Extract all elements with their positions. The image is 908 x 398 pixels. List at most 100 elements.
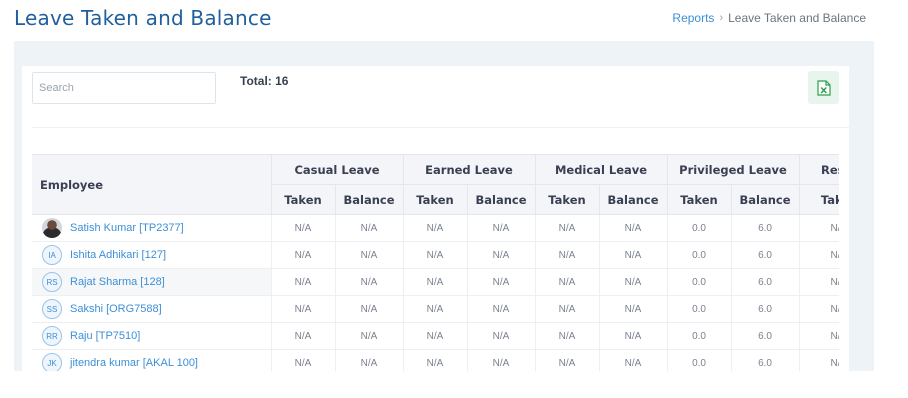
leave-value-cell: N/ (799, 241, 839, 269)
casual-leave-header: Casual Leave (271, 154, 404, 185)
avatar: RS (42, 272, 62, 292)
breadcrumb-reports-link[interactable]: Reports (672, 11, 714, 25)
rest-leave-header: Rest (799, 154, 839, 185)
leave-value-cell: 0.0 (667, 295, 732, 323)
leave-value-cell: N/A (467, 349, 536, 371)
employee-name: Rajat Sharma [128] (70, 276, 165, 288)
leave-value-cell: N/A (335, 268, 404, 296)
employee-cell: Satish Kumar [TP2377] (32, 214, 272, 242)
report-card: Total: 16 Employee Casual Leave (22, 66, 849, 371)
total-count: Total: 16 (240, 74, 289, 88)
leave-value-cell: N/A (535, 241, 600, 269)
leave-value-cell: N/A (599, 349, 668, 371)
leave-value-cell: 6.0 (731, 214, 800, 242)
employee-link[interactable]: Satish Kumar [TP2377] (42, 218, 270, 238)
earned-leave-header: Earned Leave (403, 154, 536, 185)
balance-header: Balance (467, 184, 536, 215)
privileged-leave-header: Privileged Leave (667, 154, 800, 185)
avatar: JK (42, 353, 62, 371)
avatar (42, 218, 62, 238)
medical-leave-header: Medical Leave (535, 154, 668, 185)
leave-value-cell: 0.0 (667, 349, 732, 371)
table-row: SS Sakshi [ORG7588] N/A N/A N/A N/A N/A N/A 0.0 6… (32, 295, 839, 323)
leave-value-cell: N/A (403, 349, 468, 371)
employee-name: jitendra kumar [AKAL 100] (70, 357, 198, 369)
employee-cell: IA Ishita Adhikari [127] (32, 241, 272, 269)
breadcrumb: Reports › Leave Taken and Balance (672, 11, 866, 25)
export-excel-button[interactable] (808, 71, 839, 104)
leave-value-cell: N/A (335, 349, 404, 371)
leave-value-cell: N/A (467, 241, 536, 269)
leave-value-cell: 6.0 (731, 241, 800, 269)
taken-header: Taken (535, 184, 600, 215)
employee-cell: RS Rajat Sharma [128] (32, 268, 272, 296)
table-row: Satish Kumar [TP2377] N/A N/A N/A N/A N/A N/A 0… (32, 214, 839, 242)
leave-value-cell: N/A (535, 322, 600, 350)
taken-header: Take (799, 184, 839, 215)
leave-value-cell: N/A (535, 268, 600, 296)
leave-value-cell: 0.0 (667, 322, 732, 350)
page: Leave Taken and Balance Reports › Leave … (0, 0, 908, 398)
leave-value-cell: 6.0 (731, 268, 800, 296)
employee-name: Sakshi [ORG7588] (70, 303, 162, 315)
employee-cell: SS Sakshi [ORG7588] (32, 295, 272, 323)
leave-table-wrapper[interactable]: Employee Casual Leave Earned Leave Medic… (32, 154, 839, 371)
leave-value-cell: 0.0 (667, 214, 732, 242)
employee-name: Raju [TP7510] (70, 330, 141, 342)
leave-value-cell: N/A (403, 214, 468, 242)
leave-value-cell: N/A (535, 295, 600, 323)
leave-value-cell: N/ (799, 322, 839, 350)
employee-link[interactable]: JK jitendra kumar [AKAL 100] (42, 353, 270, 371)
balance-header: Balance (731, 184, 800, 215)
leave-value-cell: N/A (467, 214, 536, 242)
leave-value-cell: 6.0 (731, 322, 800, 350)
leave-value-cell: N/A (403, 268, 468, 296)
search-input[interactable] (32, 72, 216, 104)
divider (32, 127, 849, 128)
leave-value-cell: N/A (335, 295, 404, 323)
leave-value-cell: N/A (467, 268, 536, 296)
leave-value-cell: 6.0 (731, 349, 800, 371)
leave-value-cell: N/A (271, 349, 336, 371)
leave-value-cell: N/A (271, 322, 336, 350)
chevron-right-icon: › (719, 12, 724, 24)
leave-value-cell: 0.0 (667, 268, 732, 296)
avatar: IA (42, 245, 62, 265)
employee-link[interactable]: SS Sakshi [ORG7588] (42, 299, 270, 319)
table-row: IA Ishita Adhikari [127] N/A N/A N/A N/A N/A N/… (32, 241, 839, 269)
leave-value-cell: N/A (467, 295, 536, 323)
employee-cell: RR Raju [TP7510] (32, 322, 272, 350)
employee-link[interactable]: RR Raju [TP7510] (42, 326, 270, 346)
leave-value-cell: N/A (403, 322, 468, 350)
leave-table: Employee Casual Leave Earned Leave Medic… (32, 154, 839, 371)
balance-header: Balance (599, 184, 668, 215)
balance-header: Balance (335, 184, 404, 215)
employee-link[interactable]: IA Ishita Adhikari [127] (42, 245, 270, 265)
employee-name: Satish Kumar [TP2377] (70, 222, 184, 234)
employee-link[interactable]: RS Rajat Sharma [128] (42, 272, 270, 292)
leave-value-cell: N/A (599, 268, 668, 296)
leave-value-cell: N/A (335, 322, 404, 350)
excel-icon (816, 79, 831, 96)
leave-value-cell: N/A (599, 214, 668, 242)
avatar: SS (42, 299, 62, 319)
leave-value-cell: N/ (799, 295, 839, 323)
leave-value-cell: 6.0 (731, 295, 800, 323)
leave-value-cell: N/A (271, 214, 336, 242)
taken-header: Taken (271, 184, 336, 215)
employee-cell: JK jitendra kumar [AKAL 100] (32, 349, 272, 371)
employee-column-header: Employee (32, 154, 272, 215)
leave-value-cell: N/A (271, 295, 336, 323)
leave-value-cell: N/A (271, 268, 336, 296)
leave-value-cell: N/ (799, 214, 839, 242)
breadcrumb-current: Leave Taken and Balance (728, 11, 866, 25)
leave-value-cell: N/A (599, 322, 668, 350)
leave-value-cell: N/A (271, 241, 336, 269)
table-row: RR Raju [TP7510] N/A N/A N/A N/A N/A N/A 0.0 6.0 N… (32, 322, 839, 350)
leave-value-cell: N/A (467, 322, 536, 350)
page-title: Leave Taken and Balance (14, 6, 272, 30)
taken-header: Taken (667, 184, 732, 215)
leave-value-cell: N/A (535, 214, 600, 242)
leave-value-cell: N/A (403, 241, 468, 269)
leave-value-cell: N/A (599, 241, 668, 269)
